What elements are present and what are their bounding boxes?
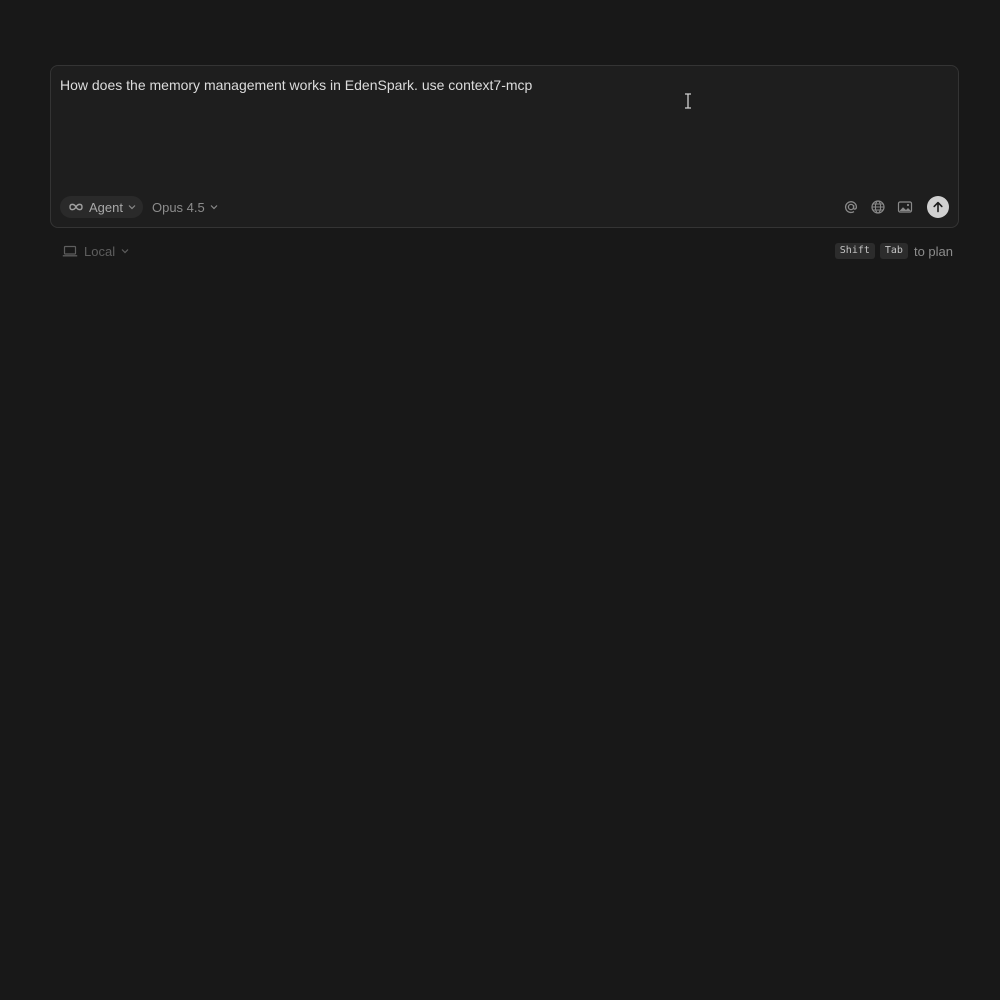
app-page: How does the memory management works in … [0, 0, 1000, 1000]
model-selector[interactable]: Opus 4.5 [152, 200, 218, 215]
agent-mode-selector[interactable]: Agent [60, 196, 143, 218]
composer-footer: Agent Opus 4.5 [60, 195, 949, 219]
composer-status-row: Local Shift Tab to plan [62, 241, 953, 261]
composer-tools [842, 196, 949, 218]
chevron-down-icon [210, 205, 218, 210]
infinity-icon [69, 203, 83, 211]
tab-key-badge: Tab [879, 243, 908, 259]
shift-key-badge: Shift [834, 243, 875, 259]
globe-icon[interactable] [869, 198, 887, 216]
text-cursor-icon [685, 93, 691, 109]
chevron-down-icon [121, 249, 129, 254]
shortcut-hint-text: to plan [913, 243, 953, 259]
environment-label: Local [84, 243, 116, 259]
mode-label: Agent [89, 199, 123, 215]
model-label: Opus 4.5 [151, 199, 205, 215]
chat-composer[interactable]: How does the memory management works in … [50, 65, 959, 228]
at-mention-icon[interactable] [842, 198, 860, 216]
plan-shortcut-hint: Shift Tab to plan [834, 243, 953, 259]
environment-selector[interactable]: Local [62, 244, 129, 259]
prompt-input[interactable]: How does the memory management works in … [60, 76, 532, 94]
send-button[interactable] [927, 196, 949, 218]
arrow-up-icon [933, 201, 943, 213]
image-icon[interactable] [896, 198, 914, 216]
chevron-down-icon [128, 205, 136, 210]
laptop-icon [62, 245, 78, 257]
